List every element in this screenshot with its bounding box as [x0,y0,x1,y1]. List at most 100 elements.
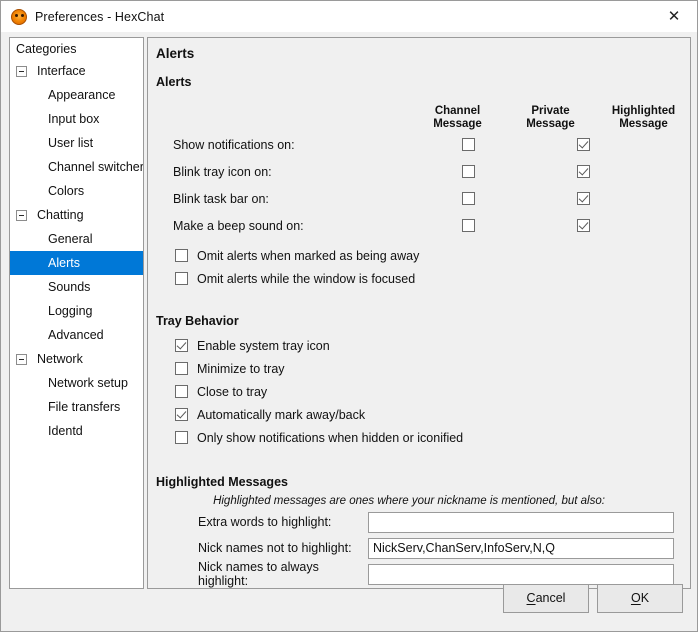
sidebar-item-label: File transfers [48,400,121,414]
sidebar-item-logging[interactable]: Logging [10,299,143,323]
option-row[interactable]: Omit alerts while the window is focused [148,267,690,290]
highlight-field-row: Nick names not to highlight: [148,535,690,561]
checkbox-private-message[interactable] [577,138,590,151]
sidebar-item-label: Alerts [48,256,80,270]
sidebar-item-interface[interactable]: Interface [10,59,143,83]
option-label: Omit alerts when marked as being away [197,248,420,263]
checkbox-channel-message[interactable] [462,192,475,205]
sidebar-item-network-setup[interactable]: Network setup [10,371,143,395]
column-header-channel-message: Channel Message [411,105,504,131]
highlight-field-row: Extra words to highlight: [148,509,690,535]
tray-options-group: Enable system tray icon Minimize to tray C… [148,334,690,449]
sidebar-item-appearance[interactable]: Appearance [10,83,143,107]
alerts-rows: Show notifications on: Blink tray icon on… [148,131,690,239]
alert-row-label: Blink tray icon on: [173,164,272,179]
cancel-button[interactable]: Cancel [503,583,589,613]
sidebar-item-network[interactable]: Network [10,347,143,371]
checkbox-minimize-to-tray[interactable] [175,362,188,375]
sidebar-item-label: Input box [48,112,100,126]
checkbox-channel-message[interactable] [462,165,475,178]
collapse-expander-icon[interactable] [16,65,27,77]
sidebar-item-colors[interactable]: Colors [10,179,143,203]
checkbox-omit-alerts-while-the-window-is-focused[interactable] [175,272,188,285]
ok-button-label: OK [631,591,649,605]
alert-cell-private-message [526,192,641,205]
sidebar-item-label: User list [48,136,94,150]
checkbox-only-show-notifications-when-hidden-or-iconified[interactable] [175,431,188,444]
checkbox-enable-system-tray-icon[interactable] [175,339,188,352]
alert-cell-channel-message [411,138,526,151]
page-title: Alerts [156,46,195,61]
option-row[interactable]: Minimize to tray [148,357,690,380]
sidebar-item-chatting[interactable]: Chatting [10,203,143,227]
checkbox-omit-alerts-when-marked-as-being-away[interactable] [175,249,188,262]
alert-cell-private-message [526,219,641,232]
alerts-section-heading: Alerts [156,75,192,89]
alert-cell-highlighted-message [641,219,690,232]
categories-list[interactable]: Interface Appearance Input box User list Cha… [10,59,143,443]
option-row[interactable]: Close to tray [148,380,690,403]
sidebar-item-label: Network [37,352,83,366]
option-label: Automatically mark away/back [197,407,366,422]
hexchat-icon [11,8,27,25]
alert-cell-private-message [526,165,641,178]
option-row[interactable]: Omit alerts when marked as being away [148,244,690,267]
sidebar-item-label: Sounds [48,280,91,294]
alert-cell-highlighted-message [641,165,690,178]
sidebar-item-channel-switcher[interactable]: Channel switcher [10,155,143,179]
highlight-note: Highlighted messages are ones where your… [213,495,605,507]
column-header-line2: Message [619,118,668,130]
dialog-button-bar: Cancel OK [1,565,697,631]
highlight-field-label: Nick names not to highlight: [198,541,352,555]
checkbox-private-message[interactable] [577,192,590,205]
checkbox-private-message[interactable] [577,219,590,232]
alert-cell-highlighted-message [641,192,690,205]
alert-row-label: Show notifications on: [173,137,295,152]
sidebar-item-input-box[interactable]: Input box [10,107,143,131]
checkbox-automatically-mark-away-back[interactable] [175,408,188,421]
preferences-window: Preferences - HexChat ✕ Categories Inter… [0,0,698,632]
option-row[interactable]: Only show notifications when hidden or i… [148,426,690,449]
checkbox-channel-message[interactable] [462,138,475,151]
sidebar-item-alerts[interactable]: Alerts [10,251,143,275]
alert-cell-channel-message [411,165,526,178]
option-row[interactable]: Automatically mark away/back [148,403,690,426]
highlight-input-1[interactable] [368,537,674,559]
settings-panel: Alerts Alerts Channel Message Private Me… [147,37,691,589]
checkbox-close-to-tray[interactable] [175,385,188,398]
window-title: Preferences - HexChat [35,9,165,24]
sidebar-item-label: Identd [48,424,83,438]
alert-cell-channel-message [411,192,526,205]
close-icon[interactable]: ✕ [651,1,697,31]
alerts-grid: Channel Message Private Message Highligh… [148,97,690,239]
option-label: Close to tray [197,384,268,399]
highlight-input-0[interactable] [368,511,674,533]
sidebar-item-file-transfers[interactable]: File transfers [10,395,143,419]
column-header-line2: Message [526,118,575,130]
option-row[interactable]: Enable system tray icon [148,334,690,357]
highlight-field-label: Extra words to highlight: [198,515,332,529]
alert-row: Blink tray icon on: [148,158,690,185]
option-label: Enable system tray icon [197,338,330,353]
ok-button[interactable]: OK [597,583,683,613]
ok-rest: K [640,591,650,605]
collapse-expander-icon[interactable] [16,209,27,221]
checkbox-channel-message[interactable] [462,219,475,232]
sidebar-item-advanced[interactable]: Advanced [10,323,143,347]
cancel-rest: ancel [535,591,566,605]
sidebar-item-label: Advanced [48,328,104,342]
sidebar-item-identd[interactable]: Identd [10,419,143,443]
tray-section-heading: Tray Behavior [156,314,239,328]
categories-tree[interactable]: Categories Interface Appearance Input box U… [9,37,144,589]
sidebar-item-sounds[interactable]: Sounds [10,275,143,299]
ok-mnemonic: O [630,591,641,605]
alert-row-label: Make a beep sound on: [173,218,304,233]
collapse-expander-icon[interactable] [16,353,27,365]
sidebar-item-user-list[interactable]: User list [10,131,143,155]
column-header-private-message: Private Message [504,105,597,131]
checkbox-private-message[interactable] [577,165,590,178]
alert-row: Blink task bar on: [148,185,690,212]
sidebar-item-label: Network setup [48,376,128,390]
sidebar-item-label: Appearance [48,88,116,102]
sidebar-item-general[interactable]: General [10,227,143,251]
